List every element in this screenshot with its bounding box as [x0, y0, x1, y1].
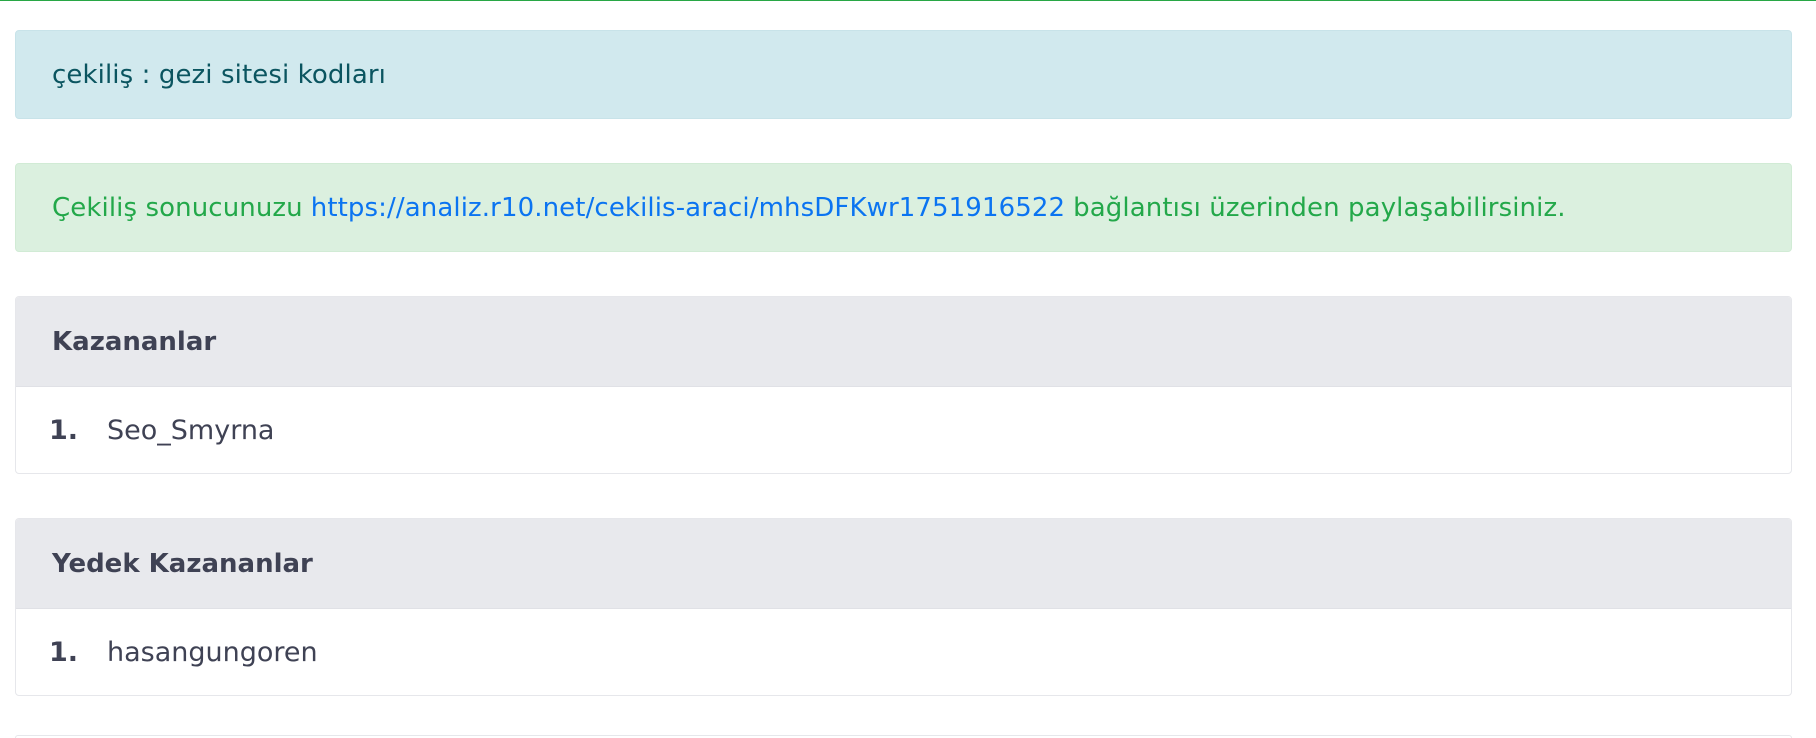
share-result-alert: Çekiliş sonucunuzu https://analiz.r10.ne…	[15, 163, 1792, 252]
winners-title: Kazananlar	[52, 326, 217, 357]
share-prefix-text: Çekiliş sonucunuzu	[52, 192, 303, 223]
winners-card-header: Kazananlar	[16, 297, 1791, 387]
winner-name: Seo_Smyrna	[107, 414, 275, 446]
backup-winners-card-header: Yedek Kazananlar	[16, 519, 1791, 609]
backup-winners-title: Yedek Kazananlar	[52, 548, 313, 579]
backup-winners-card: Yedek Kazananlar 1. hasangungoren	[15, 518, 1792, 696]
share-suffix-text: bağlantısı üzerinden paylaşabilirsiniz.	[1073, 192, 1566, 223]
backup-winner-name: hasangungoren	[107, 636, 318, 668]
winners-card: Kazananlar 1. Seo_Smyrna	[15, 296, 1792, 474]
share-result-link[interactable]: https://analiz.r10.net/cekilis-araci/mhs…	[311, 193, 1065, 223]
winner-rank: 1.	[49, 414, 79, 446]
list-item: 1. Seo_Smyrna	[16, 387, 1791, 473]
list-item: 1. hasangungoren	[16, 609, 1791, 695]
top-accent-line	[0, 0, 1816, 1]
backup-winner-rank: 1.	[49, 636, 79, 668]
raffle-title-text: çekiliş : gezi sitesi kodları	[52, 59, 386, 90]
raffle-title-alert: çekiliş : gezi sitesi kodları	[15, 30, 1792, 119]
page-content: çekiliş : gezi sitesi kodları Çekiliş so…	[15, 30, 1792, 696]
